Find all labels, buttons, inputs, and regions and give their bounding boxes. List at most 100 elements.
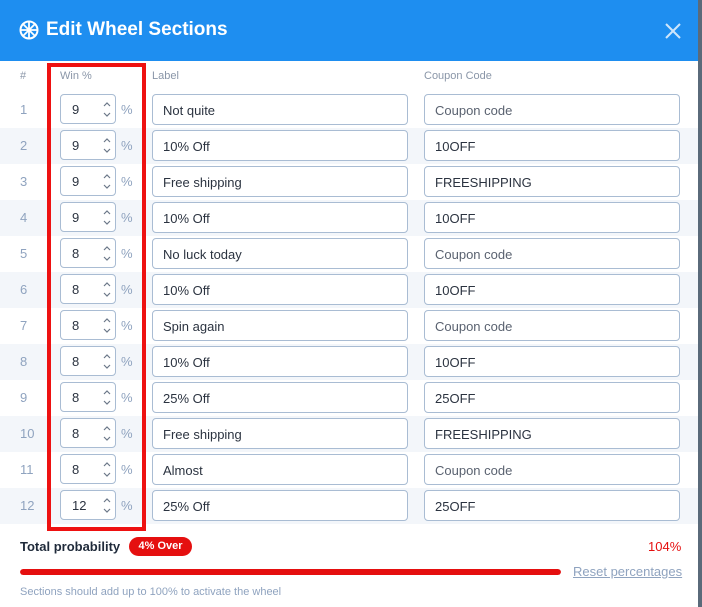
modal-header: Edit Wheel Sections <box>0 0 698 61</box>
section-row: 2 9% 10% Off 10OFF <box>0 128 698 164</box>
coupon-code-input[interactable]: 10OFF <box>424 274 680 305</box>
section-row: 9 8% 25% Off 25OFF <box>0 380 698 416</box>
win-percent-value[interactable]: 9 <box>72 102 79 117</box>
label-input[interactable]: Free shipping <box>152 166 408 197</box>
win-percent-input[interactable]: 8 <box>60 238 116 268</box>
label-input[interactable]: 10% Off <box>152 274 408 305</box>
section-row: 1 9% Not quite Coupon code <box>0 92 698 128</box>
win-percent-input[interactable]: 12 <box>60 490 116 520</box>
chevron-up-icon[interactable] <box>102 280 112 289</box>
modal-title: Edit Wheel Sections <box>46 19 228 40</box>
win-percent-input[interactable]: 8 <box>60 310 116 340</box>
win-percent-value[interactable]: 8 <box>72 282 79 297</box>
section-number: 9 <box>20 390 28 405</box>
probability-progress-fill <box>20 569 561 575</box>
chevron-down-icon[interactable] <box>102 434 112 443</box>
section-row: 3 9% Free shipping FREESHIPPING <box>0 164 698 200</box>
percent-sign: % <box>121 138 133 153</box>
chevron-down-icon[interactable] <box>102 398 112 407</box>
chevron-down-icon[interactable] <box>102 326 112 335</box>
chevron-up-icon[interactable] <box>102 460 112 469</box>
percent-sign: % <box>121 282 133 297</box>
label-input[interactable]: Spin again <box>152 310 408 341</box>
chevron-up-icon[interactable] <box>102 496 112 505</box>
win-percent-value[interactable]: 9 <box>72 138 79 153</box>
chevron-up-icon[interactable] <box>102 172 112 181</box>
chevron-up-icon[interactable] <box>102 100 112 109</box>
coupon-code-input[interactable]: FREESHIPPING <box>424 166 680 197</box>
section-row: 4 9% 10% Off 10OFF <box>0 200 698 236</box>
chevron-down-icon[interactable] <box>102 470 112 479</box>
win-percent-input[interactable]: 9 <box>60 166 116 196</box>
chevron-up-icon[interactable] <box>102 244 112 253</box>
win-percent-input[interactable]: 9 <box>60 94 116 124</box>
win-percent-value[interactable]: 8 <box>72 390 79 405</box>
section-number: 3 <box>20 174 28 189</box>
coupon-code-input[interactable]: 25OFF <box>424 490 680 521</box>
percent-sign: % <box>121 354 133 369</box>
label-input[interactable]: 10% Off <box>152 130 408 161</box>
win-percent-value[interactable]: 9 <box>72 174 79 189</box>
win-percent-value[interactable]: 8 <box>72 354 79 369</box>
chevron-up-icon[interactable] <box>102 208 112 217</box>
percent-sign: % <box>121 246 133 261</box>
chevron-down-icon[interactable] <box>102 182 112 191</box>
coupon-code-input[interactable]: Coupon code <box>424 94 680 125</box>
percent-sign: % <box>121 462 133 477</box>
percent-sign: % <box>121 426 133 441</box>
section-number: 7 <box>20 318 28 333</box>
win-percent-value[interactable]: 8 <box>72 426 79 441</box>
label-input[interactable]: Free shipping <box>152 418 408 449</box>
label-input[interactable]: 10% Off <box>152 346 408 377</box>
coupon-code-input[interactable]: Coupon code <box>424 310 680 341</box>
label-input[interactable]: Not quite <box>152 94 408 125</box>
close-icon[interactable] <box>664 22 682 40</box>
coupon-code-input[interactable]: Coupon code <box>424 454 680 485</box>
win-percent-value[interactable]: 8 <box>72 462 79 477</box>
column-header-win: Win % <box>60 70 92 82</box>
chevron-down-icon[interactable] <box>102 110 112 119</box>
total-probability-value: 104% <box>648 539 682 554</box>
win-percent-input[interactable]: 8 <box>60 274 116 304</box>
reset-percentages-link[interactable]: Reset percentages <box>573 564 682 579</box>
win-percent-input[interactable]: 9 <box>60 202 116 232</box>
chevron-down-icon[interactable] <box>102 254 112 263</box>
chevron-up-icon[interactable] <box>102 136 112 145</box>
total-probability-label: Total probability <box>20 539 121 554</box>
win-percent-value[interactable]: 8 <box>72 246 79 261</box>
label-input[interactable]: 25% Off <box>152 382 408 413</box>
win-percent-input[interactable]: 8 <box>60 382 116 412</box>
chevron-down-icon[interactable] <box>102 506 112 515</box>
label-input[interactable]: Almost <box>152 454 408 485</box>
edit-wheel-modal: Edit Wheel Sections # Win % Label Coupon… <box>0 0 698 607</box>
chevron-down-icon[interactable] <box>102 362 112 371</box>
section-row: 5 8% No luck today Coupon code <box>0 236 698 272</box>
chevron-down-icon[interactable] <box>102 218 112 227</box>
label-input[interactable]: 10% Off <box>152 202 408 233</box>
win-percent-input[interactable]: 8 <box>60 418 116 448</box>
coupon-code-input[interactable]: 25OFF <box>424 382 680 413</box>
section-number: 8 <box>20 354 28 369</box>
win-percent-input[interactable]: 9 <box>60 130 116 160</box>
section-number: 1 <box>20 102 28 117</box>
hint-text: Sections should add up to 100% to activa… <box>20 586 282 598</box>
chevron-up-icon[interactable] <box>102 388 112 397</box>
chevron-up-icon[interactable] <box>102 424 112 433</box>
win-percent-input[interactable]: 8 <box>60 454 116 484</box>
win-percent-value[interactable]: 8 <box>72 318 79 333</box>
chevron-down-icon[interactable] <box>102 146 112 155</box>
label-input[interactable]: 25% Off <box>152 490 408 521</box>
win-percent-value[interactable]: 12 <box>72 498 86 513</box>
win-percent-value[interactable]: 9 <box>72 210 79 225</box>
coupon-code-input[interactable]: 10OFF <box>424 346 680 377</box>
coupon-code-input[interactable]: 10OFF <box>424 202 680 233</box>
coupon-code-input[interactable]: FREESHIPPING <box>424 418 680 449</box>
chevron-down-icon[interactable] <box>102 290 112 299</box>
win-percent-input[interactable]: 8 <box>60 346 116 376</box>
wheel-icon <box>19 20 39 40</box>
coupon-code-input[interactable]: Coupon code <box>424 238 680 269</box>
chevron-up-icon[interactable] <box>102 352 112 361</box>
chevron-up-icon[interactable] <box>102 316 112 325</box>
label-input[interactable]: No luck today <box>152 238 408 269</box>
coupon-code-input[interactable]: 10OFF <box>424 130 680 161</box>
